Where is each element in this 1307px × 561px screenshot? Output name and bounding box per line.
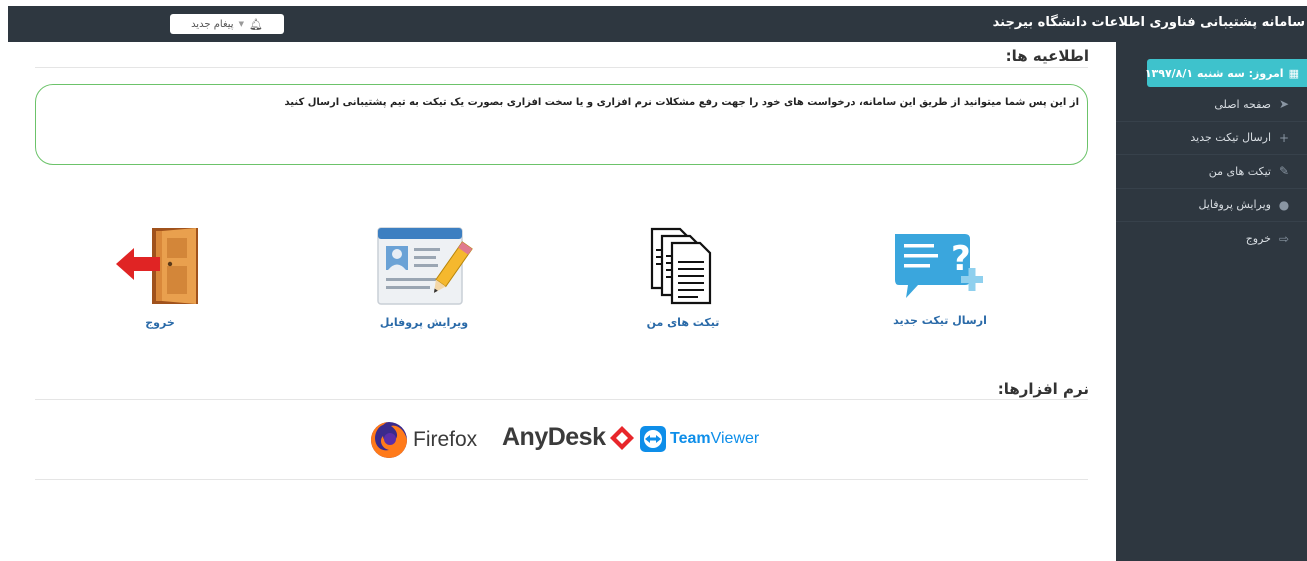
sidebar-item-label: ویرایش پروفایل [1198,198,1271,212]
plus-icon: + [1278,130,1290,145]
teamviewer-label-team: Team [670,430,711,447]
tile-logout[interactable]: خروج [90,226,230,356]
teamviewer-link[interactable]: Team Viewer [639,425,759,453]
tile-my-tickets[interactable]: تیکت های من [613,226,753,356]
teamviewer-logo-icon [640,426,666,452]
firefox-label: Firefox [413,428,478,451]
profile-card-icon [377,227,473,305]
documents-icon [650,227,712,305]
sidebar-item-label: خروج [1245,232,1271,246]
main-content: اطلاعیه ها: از این پس شما میتوانید از طر… [8,42,1116,561]
anydesk-diamond-icon [609,425,634,450]
announcements-title: اطلاعیه ها: [1005,47,1089,65]
new-message-label: پیغام جدید [191,18,234,30]
firefox-link[interactable]: Firefox [369,420,477,460]
svg-text:?: ? [951,239,971,279]
tile-label: ارسال تیکت جدید [893,314,987,327]
sign-out-icon: ⇨ [1278,231,1290,246]
sidebar-item-label: تیکت های من [1208,164,1271,178]
announcement-text: از این پس شما میتوانید از طریق این سامان… [284,97,1080,108]
sidebar-item-edit-profile[interactable]: ● ویرایش پروفایل [1116,189,1307,222]
software-title: نرم افزارها: [997,380,1089,398]
sidebar-item-new-ticket[interactable]: + ارسال تیکت جدید [1116,122,1307,155]
firefox-logo-icon [371,422,407,458]
sidebar-item-home[interactable]: ➤ صفحه اصلی [1116,88,1307,122]
today-date-badge: ▦ امروز: سه شنبه ۱۳۹۷/۸/۱ [1144,59,1307,87]
sidebar-item-label: ارسال تیکت جدید [1190,131,1271,145]
sidebar-item-my-tickets[interactable]: ✎ تیکت های من [1116,155,1307,189]
sidebar-menu: ➤ صفحه اصلی + ارسال تیکت جدید ✎ تیکت های… [1116,88,1307,256]
new-ticket-icon: ? [895,234,983,298]
top-navbar: سامانه پشتیبانی فناوری اطلاعات دانشگاه ب… [8,6,1307,42]
exit-door-icon [116,228,198,304]
tile-edit-profile[interactable]: ویرایش پروفایل [354,226,494,356]
tile-label: ویرایش پروفایل [379,316,469,329]
pencil-icon: ✎ [1278,164,1290,179]
sidebar: ▦ امروز: سه شنبه ۱۳۹۷/۸/۱ ➤ صفحه اصلی + … [1116,42,1307,561]
divider [35,399,1088,400]
teamviewer-label-viewer: Viewer [710,430,760,447]
today-label: امروز: سه شنبه ۱۳۹۷/۸/۱ [1144,66,1284,80]
sidebar-item-label: صفحه اصلی [1214,97,1271,111]
tile-label: تیکت های من [646,316,720,329]
calendar-icon: ▦ [1288,66,1299,80]
divider [35,67,1088,68]
bell-icon: 🔔︎ [248,17,263,31]
paper-plane-icon: ➤ [1278,97,1290,112]
tile-label: خروج [145,316,175,329]
new-message-button[interactable]: 🔔︎ ▼ پیغام جدید [170,14,284,34]
anydesk-link[interactable]: AnyDesk [502,423,636,452]
anydesk-label: AnyDesk [502,423,606,451]
sidebar-item-logout[interactable]: ⇨ خروج [1116,222,1307,256]
divider [35,479,1088,480]
user-icon: ● [1278,197,1290,212]
tile-new-ticket[interactable]: ? ارسال تیکت جدید [870,230,1010,360]
announcement-box: از این پس شما میتوانید از طریق این سامان… [35,84,1088,165]
app-title: سامانه پشتیبانی فناوری اطلاعات دانشگاه ب… [992,15,1305,30]
caret-down-icon: ▼ [238,20,244,28]
